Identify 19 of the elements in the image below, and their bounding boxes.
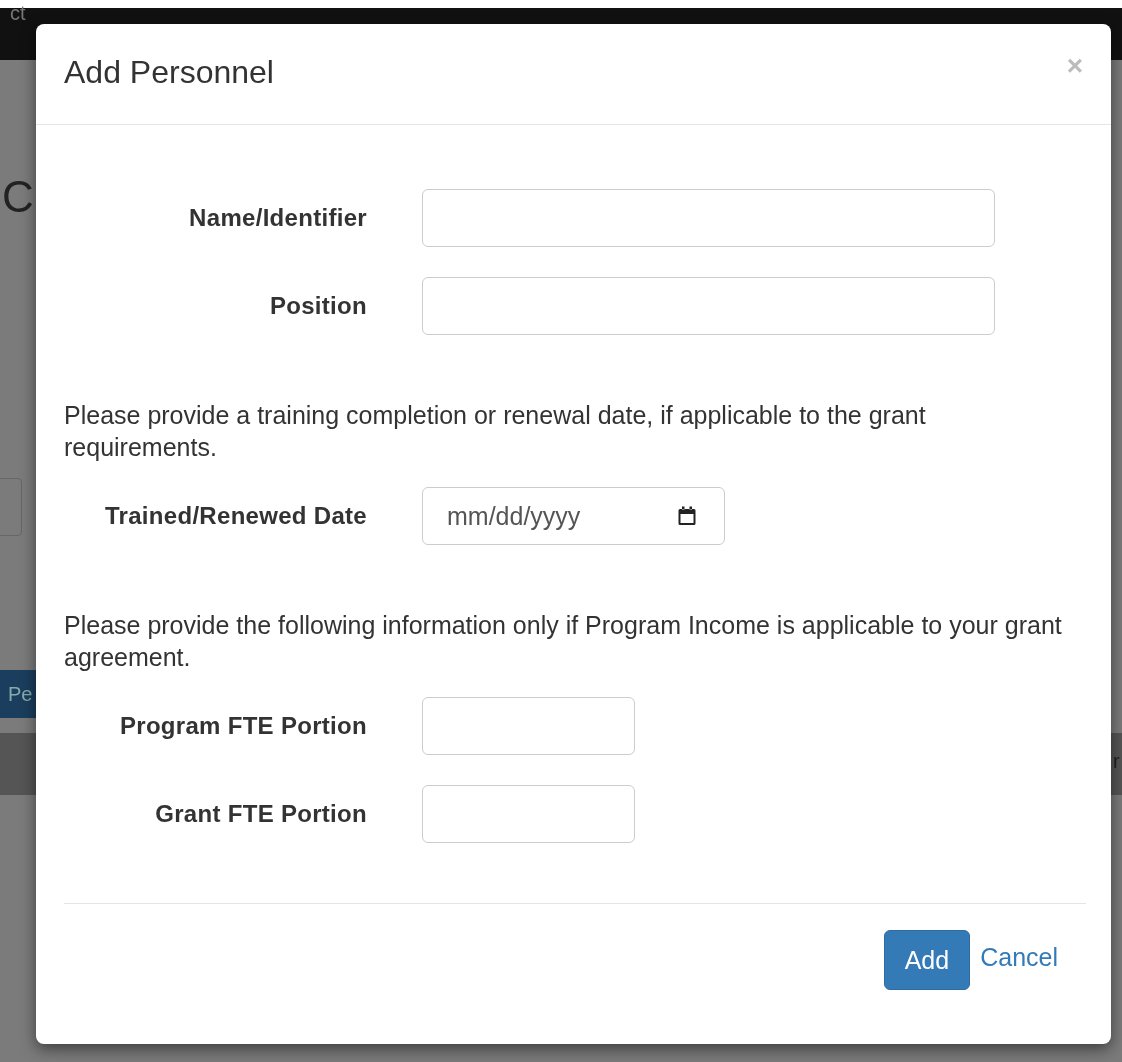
field-label: Position [268, 292, 367, 320]
text-field[interactable] [422, 277, 995, 335]
instruction-text: Please provide a training completion or renewal date, if applicable to the grant requirements. [64, 400, 927, 463]
text-field[interactable] [422, 785, 635, 843]
add-button[interactable]: Add [883, 930, 971, 990]
field-label: Program FTE Portion [118, 712, 367, 740]
field-label: Name/Identifier [188, 204, 367, 232]
date-field[interactable]: mm/dd/yyyy [422, 487, 725, 545]
text-field[interactable] [422, 189, 995, 247]
field-label: Grant FTE Portion [154, 800, 367, 828]
cancel-link[interactable]: Cancel [980, 942, 1058, 972]
page-heading: C [2, 172, 34, 222]
instruction-text: Please provide the following information only if Program Income is applicable to your grant agreement. [64, 610, 1063, 673]
date-placeholder: mm/dd/yyyy [447, 501, 581, 531]
text-field[interactable] [422, 697, 635, 755]
modal-title: Add Personnel [64, 54, 274, 91]
field-label: Trained/Renewed Date [103, 502, 367, 530]
header-text: ct [10, 2, 26, 25]
calendar-icon[interactable] [678, 506, 696, 526]
